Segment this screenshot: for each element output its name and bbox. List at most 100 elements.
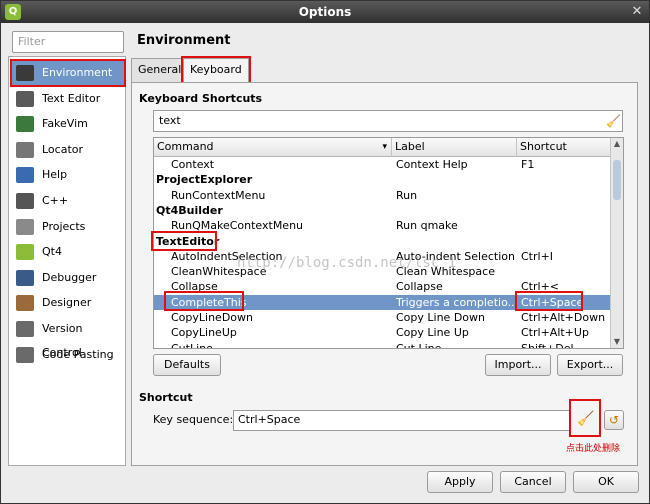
debugger-icon [16,269,34,286]
cell-command: RunQMakeContextMenu [171,219,304,233]
help-icon [16,167,34,184]
table-category-row[interactable]: ProjectExplorer [154,172,611,187]
cell-label: Triggers a completio... [396,295,516,309]
clear-search-icon[interactable]: 🧹 [606,114,621,128]
app-icon: Q [5,4,21,20]
sidebar-item-version-control[interactable]: Version Control [12,317,124,359]
table-row[interactable]: RunContextMenu Run [154,188,611,203]
fakevim-icon [16,116,34,133]
shortcuts-table: Command ▾ Label Shortcut Context Context … [153,137,624,349]
sidebar-item-designer[interactable]: Designer [12,291,124,315]
table-row[interactable]: CopyLineDown Copy Line Down Ctrl+Alt+Down [154,310,611,325]
sidebar-item-label: Code Pasting [42,347,114,361]
sort-chevron-icon: ▾ [382,142,387,152]
ok-button[interactable]: OK [573,471,639,493]
sidebar-item-projects[interactable]: Projects [12,215,124,239]
sidebar-item-locator[interactable]: Locator [12,138,124,162]
table-row[interactable]: RunQMakeContextMenu Run qmake [154,218,611,233]
cell-command: CutLine [171,341,213,349]
scroll-down-icon[interactable]: ▼ [611,336,623,348]
column-header-label[interactable]: Label [392,138,517,157]
table-scrollbar[interactable]: ▲ ▼ [610,138,623,348]
cell-command: RunContextMenu [171,188,266,202]
sidebar-item-help[interactable]: Help [12,163,124,187]
tab-general[interactable]: General [131,58,189,82]
table-category-row[interactable]: TextEditor [154,234,611,249]
sidebar-item-label: Locator [42,142,84,156]
cell-label: Copy Line Down [396,311,485,324]
cell-shortcut: Ctrl+I [521,249,554,263]
title-bar: Q Options ✕ [1,1,649,23]
text-editor-icon [16,90,34,107]
cell-label: Run qmake [396,219,458,233]
import-button[interactable]: Import... [485,354,551,376]
qt4-icon [16,244,34,261]
sidebar-item-code-pasting[interactable]: Code Pasting [12,343,124,367]
sidebar-item-c-[interactable]: C++ [12,189,124,213]
table-category-row[interactable]: Qt4Builder [154,203,611,218]
cell-label: Run [396,188,418,202]
sidebar-item-text-editor[interactable]: Text Editor [12,87,124,111]
sidebar-item-label: FakeVim [42,117,88,131]
cell-command: Context [171,158,215,171]
version-control-icon [16,321,34,337]
close-icon[interactable]: ✕ [629,4,645,20]
category-list: Environment Text Editor FakeVim Locator Help… [8,56,126,466]
cell-shortcut: Ctrl+Alt+Down [521,311,606,324]
projects-icon [16,218,34,235]
cell-label: Copy Line Up [396,326,469,340]
monitor-icon [16,65,34,81]
column-header-shortcut[interactable]: Shortcut [517,138,611,157]
sidebar-item-label: Projects [42,219,86,233]
cell-command: CopyLineUp [171,326,237,340]
cell-label: Collapse [396,280,443,294]
cell-shortcut: F1 [521,158,535,171]
clear-key-sequence-icon[interactable]: 🧹 [577,412,594,426]
cell-label: Context Help [396,158,468,171]
cancel-button[interactable]: Cancel [500,471,566,493]
cell-shortcut: Ctrl+Alt+Up [521,326,589,340]
sidebar-item-label: C++ [42,194,69,207]
table-row[interactable]: Collapse Collapse Ctrl+< [154,279,611,294]
shortcut-search-input[interactable]: text [153,110,623,132]
code-pasting-icon [16,346,34,363]
cell-shortcut: Ctrl+Space [521,295,584,309]
filter-input[interactable]: Filter [12,31,124,53]
table-header: Command ▾ Label Shortcut [154,138,611,157]
shortcut-heading: Shortcut [139,391,193,404]
apply-button[interactable]: Apply [427,471,493,493]
table-row[interactable]: CopyLineUp Copy Line Up Ctrl+Alt+Up [154,325,611,340]
scrollbar-thumb[interactable] [613,160,621,200]
sidebar-item-fakevim[interactable]: FakeVim [12,112,124,136]
sidebar-item-label: Environment [42,66,113,79]
cell-command: Qt4Builder [156,203,223,217]
sidebar-item-label: Designer [42,296,92,310]
cell-command: CompleteThis [171,295,247,309]
key-sequence-input[interactable]: Ctrl+Space [233,410,571,431]
sidebar-item-environment[interactable]: Environment [10,59,126,87]
cell-command: ProjectExplorer [156,173,253,187]
locator-icon [16,141,34,158]
reset-icon[interactable]: ↺ [604,410,624,430]
cell-command: TextEditor [156,234,220,248]
sidebar-item-label: Text Editor [42,91,101,105]
cell-shortcut: Ctrl+< [521,280,560,294]
sidebar-item-debugger[interactable]: Debugger [12,266,124,290]
cell-label: Cut Line [396,341,442,349]
page-title: Environment [137,33,231,48]
export-button[interactable]: Export... [557,354,623,376]
sidebar-item-label: Help [42,168,68,182]
defaults-button[interactable]: Defaults [153,354,221,376]
delete-hint-annotation: 点击此处删除 [566,444,621,454]
scroll-up-icon[interactable]: ▲ [611,138,623,150]
sidebar-item-qt4[interactable]: Qt4 [12,240,124,264]
keyboard-shortcuts-heading: Keyboard Shortcuts [139,92,263,105]
column-header-command[interactable]: Command ▾ [154,138,392,157]
table-row[interactable]: CutLine Cut Line Shift+Del [154,341,611,349]
cell-shortcut: Shift+Del [521,341,574,349]
options-window: Q Options ✕ Filter Environment Text Edito… [0,0,650,504]
table-row[interactable]: Context Context Help F1 [154,157,611,172]
designer-icon [16,295,34,312]
table-row[interactable]: CompleteThis Triggers a completio... Ctrl+… [154,294,611,310]
tab-keyboard[interactable]: Keyboard [181,56,251,84]
